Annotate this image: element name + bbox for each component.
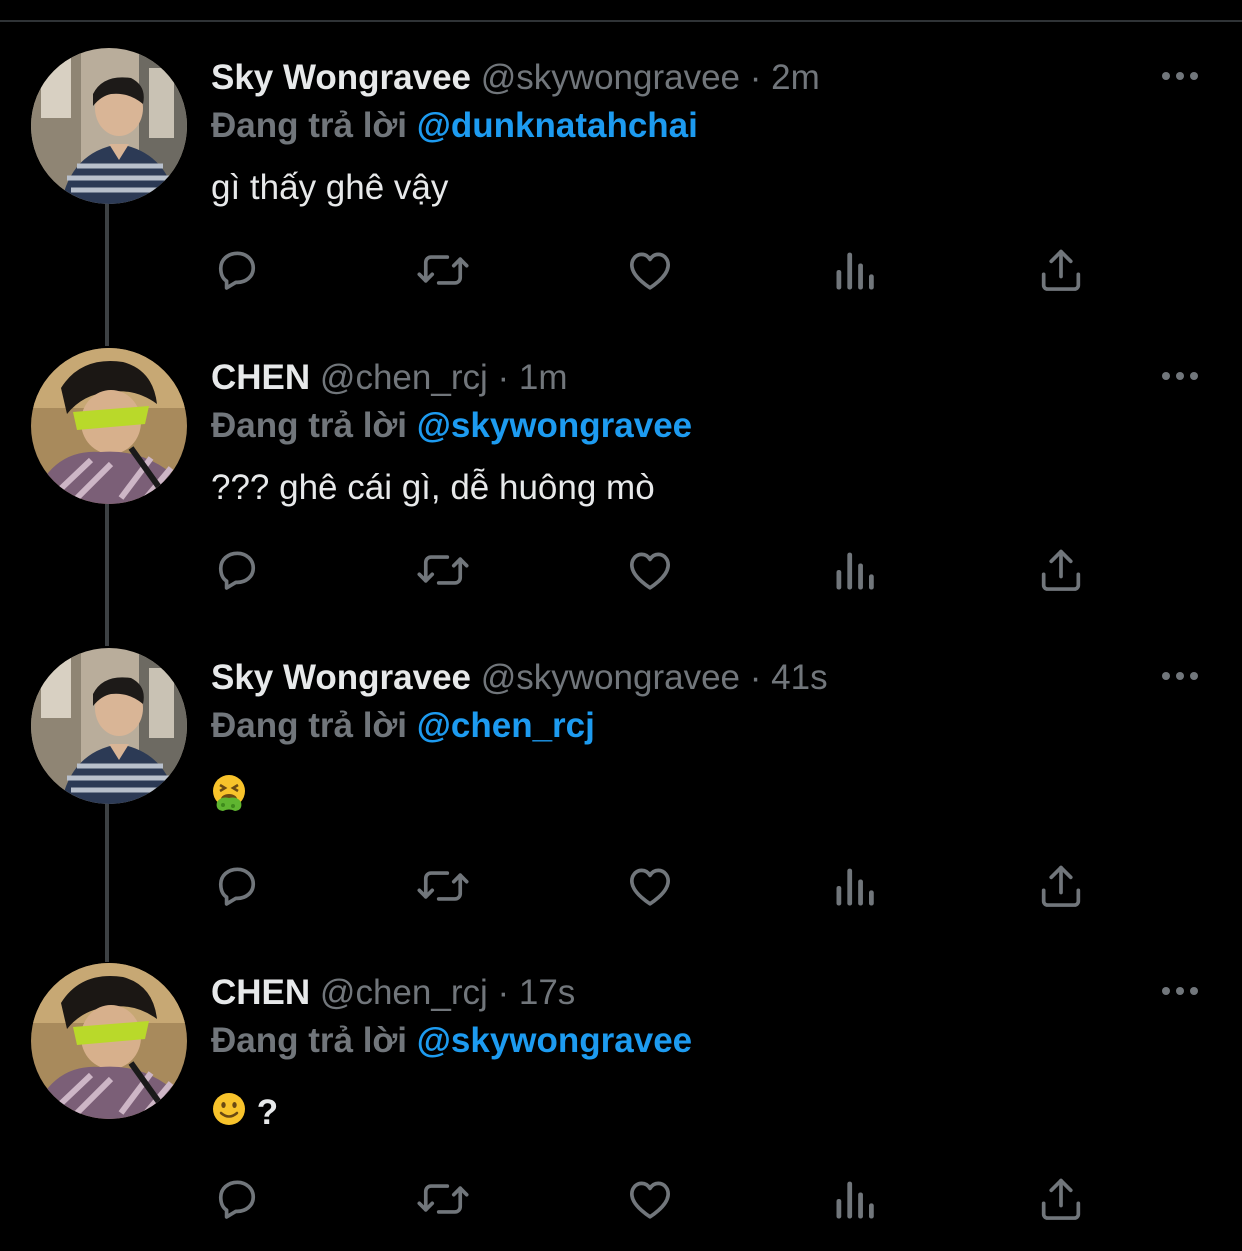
replying-handle-link[interactable]: @chen_rcj	[417, 706, 595, 745]
display-name[interactable]: Sky Wongravee	[211, 658, 471, 697]
slightly-smiling-face-emoji	[211, 1091, 247, 1138]
analytics-icon	[832, 244, 880, 301]
like-button[interactable]	[622, 244, 678, 300]
action-bar	[0, 544, 1242, 600]
like-icon	[624, 244, 676, 301]
retweet-icon	[415, 1173, 471, 1230]
retweet-icon	[415, 244, 471, 301]
reply-button[interactable]	[209, 544, 265, 600]
replying-to: Đang trả lời @dunknatahchai	[211, 104, 698, 148]
action-bar	[0, 860, 1242, 916]
reply-icon	[211, 544, 263, 601]
replying-label: Đang trả lời	[211, 406, 408, 445]
share-button[interactable]	[1033, 860, 1089, 916]
user-handle[interactable]: @skywongravee	[481, 58, 740, 97]
tweet-text-content: ?	[256, 1093, 279, 1132]
display-name[interactable]: Sky Wongravee	[211, 58, 471, 97]
timestamp[interactable]: 2m	[771, 58, 820, 97]
analytics-icon	[832, 544, 880, 601]
analytics-button[interactable]	[828, 544, 884, 600]
tweet-text: ?	[211, 1091, 278, 1138]
tweet-header: Sky Wongravee @skywongravee · 41s	[211, 656, 828, 700]
reply-button[interactable]	[209, 860, 265, 916]
retweet-icon	[415, 544, 471, 601]
like-icon	[624, 544, 676, 601]
analytics-button[interactable]	[828, 1173, 884, 1229]
action-bar	[0, 1173, 1242, 1229]
like-button[interactable]	[622, 544, 678, 600]
user-handle[interactable]: @chen_rcj	[320, 358, 488, 397]
more-options-icon[interactable]	[1158, 668, 1202, 684]
share-button[interactable]	[1033, 544, 1089, 600]
like-icon	[624, 1173, 676, 1230]
tweet-header: CHEN @chen_rcj · 1m	[211, 356, 568, 400]
separator-dot: ·	[749, 58, 762, 97]
share-icon	[1035, 244, 1087, 301]
retweet-button[interactable]	[415, 860, 471, 916]
reply-button[interactable]	[209, 1173, 265, 1229]
replying-to: Đang trả lời @skywongravee	[211, 1019, 692, 1063]
more-options-icon[interactable]	[1158, 68, 1202, 84]
avatar[interactable]	[31, 648, 187, 804]
more-options-icon[interactable]	[1158, 368, 1202, 384]
like-button[interactable]	[622, 1173, 678, 1229]
replying-to: Đang trả lời @chen_rcj	[211, 704, 595, 748]
user-handle[interactable]: @chen_rcj	[320, 973, 488, 1012]
replying-handle-link[interactable]: @skywongravee	[417, 406, 692, 445]
reply-icon	[211, 860, 263, 917]
timestamp[interactable]: 1m	[519, 358, 568, 397]
reply-button[interactable]	[209, 244, 265, 300]
replying-handle-link[interactable]: @dunknatahchai	[417, 106, 698, 145]
share-button[interactable]	[1033, 1173, 1089, 1229]
avatar[interactable]	[31, 348, 187, 504]
timestamp[interactable]: 41s	[771, 658, 827, 697]
replying-label: Đang trả lời	[211, 706, 408, 745]
separator-dot: ·	[749, 658, 762, 697]
reply-icon	[211, 244, 263, 301]
display-name[interactable]: CHEN	[211, 358, 310, 397]
analytics-button[interactable]	[828, 244, 884, 300]
separator-dot: ·	[497, 358, 510, 397]
share-icon	[1035, 544, 1087, 601]
reply-icon	[211, 1173, 263, 1230]
tweet-header: CHEN @chen_rcj · 17s	[211, 971, 575, 1015]
analytics-button[interactable]	[828, 860, 884, 916]
action-bar	[0, 244, 1242, 300]
tweet-text	[211, 774, 247, 823]
retweet-button[interactable]	[415, 244, 471, 300]
retweet-icon	[415, 860, 471, 917]
display-name[interactable]: CHEN	[211, 973, 310, 1012]
more-options-icon[interactable]	[1158, 983, 1202, 999]
analytics-icon	[832, 1173, 880, 1230]
replying-label: Đang trả lời	[211, 1021, 408, 1060]
avatar[interactable]	[31, 48, 187, 204]
like-icon	[624, 860, 676, 917]
like-button[interactable]	[622, 860, 678, 916]
replying-label: Đang trả lời	[211, 106, 408, 145]
analytics-icon	[832, 860, 880, 917]
share-icon	[1035, 860, 1087, 917]
tweet-header: Sky Wongravee @skywongravee · 2m	[211, 56, 820, 100]
share-icon	[1035, 1173, 1087, 1230]
top-divider	[0, 20, 1242, 22]
retweet-button[interactable]	[415, 544, 471, 600]
timestamp[interactable]: 17s	[519, 973, 575, 1012]
replying-handle-link[interactable]: @skywongravee	[417, 1021, 692, 1060]
tweet-text: gì thấy ghê vậy	[211, 168, 449, 207]
separator-dot: ·	[497, 973, 510, 1012]
vomiting-face-emoji	[211, 774, 247, 823]
user-handle[interactable]: @skywongravee	[481, 658, 740, 697]
replying-to: Đang trả lời @skywongravee	[211, 404, 692, 448]
share-button[interactable]	[1033, 244, 1089, 300]
retweet-button[interactable]	[415, 1173, 471, 1229]
tweet-text: ??? ghê cái gì, dễ huông mò	[211, 468, 655, 507]
avatar[interactable]	[31, 963, 187, 1119]
